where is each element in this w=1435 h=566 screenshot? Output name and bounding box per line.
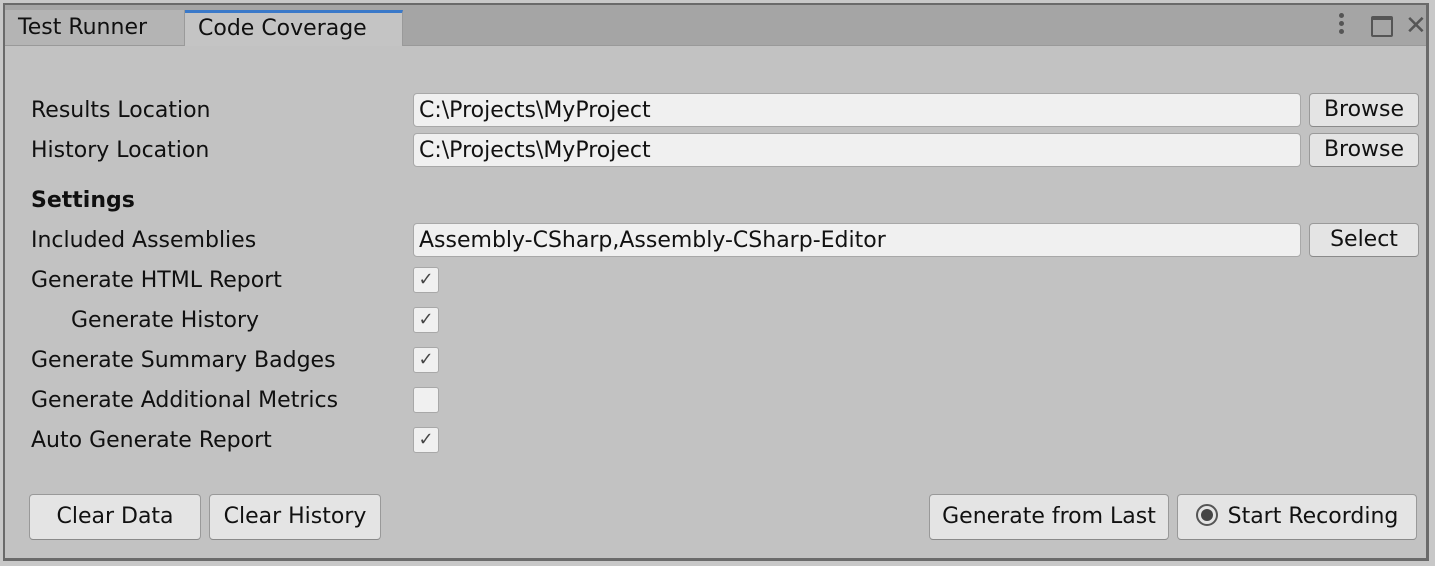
generate-summary-badges-label: Generate Summary Badges [31, 348, 336, 373]
maximize-icon[interactable] [1371, 16, 1393, 37]
browse-history-button[interactable]: Browse [1309, 133, 1419, 167]
auto-generate-report-label: Auto Generate Report [31, 428, 272, 453]
included-assemblies-input[interactable] [413, 223, 1301, 257]
auto-generate-report-checkbox[interactable]: ✓ [413, 427, 439, 453]
clear-history-button[interactable]: Clear History [209, 494, 381, 540]
browse-results-button[interactable]: Browse [1309, 93, 1419, 127]
tab-bar: Test Runner Code Coverage ✕ [5, 5, 1427, 46]
generate-history-label: Generate History [71, 308, 260, 333]
settings-heading: Settings [31, 188, 135, 213]
tab-code-coverage[interactable]: Code Coverage [185, 10, 403, 46]
generate-history-checkbox[interactable]: ✓ [413, 307, 439, 333]
generate-from-last-button[interactable]: Generate from Last [929, 494, 1169, 540]
code-coverage-window: Test Runner Code Coverage ✕ Results Loca… [3, 3, 1429, 561]
history-location-input[interactable] [413, 133, 1301, 167]
results-location-label: Results Location [31, 98, 211, 123]
select-assemblies-button[interactable]: Select [1309, 223, 1419, 257]
generate-additional-metrics-checkbox[interactable] [413, 387, 439, 413]
start-recording-label: Start Recording [1227, 504, 1399, 529]
close-icon[interactable]: ✕ [1405, 11, 1427, 41]
generate-summary-badges-checkbox[interactable]: ✓ [413, 347, 439, 373]
generate-html-report-label: Generate HTML Report [31, 268, 282, 293]
clear-data-button[interactable]: Clear Data [29, 494, 201, 540]
generate-html-report-checkbox[interactable]: ✓ [413, 267, 439, 293]
start-recording-button[interactable]: Start Recording [1177, 494, 1417, 540]
record-icon [1195, 504, 1218, 526]
tab-test-runner[interactable]: Test Runner [5, 10, 185, 45]
kebab-menu-icon[interactable] [1339, 13, 1345, 37]
history-location-label: History Location [31, 138, 210, 163]
generate-additional-metrics-label: Generate Additional Metrics [31, 388, 339, 413]
included-assemblies-label: Included Assemblies [31, 228, 257, 253]
results-location-input[interactable] [413, 93, 1301, 127]
